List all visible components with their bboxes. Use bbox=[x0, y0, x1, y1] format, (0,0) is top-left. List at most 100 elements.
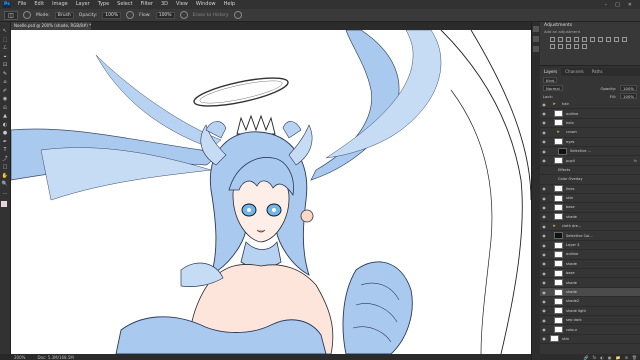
menu-edit[interactable]: Edit bbox=[30, 0, 48, 9]
menu-layer[interactable]: Layer bbox=[72, 0, 94, 9]
visibility-eye-icon[interactable]: ◉ bbox=[540, 252, 548, 257]
layer-row[interactable]: ◉ base bbox=[540, 203, 640, 213]
layer-name[interactable]: skin bbox=[562, 337, 569, 341]
visibility-eye-icon[interactable]: ◉ bbox=[540, 243, 548, 248]
layer-row[interactable]: ◉ skin bbox=[540, 335, 640, 345]
visibility-eye-icon[interactable]: ◉ bbox=[540, 290, 548, 295]
layer-style-icon[interactable]: fx bbox=[593, 355, 597, 360]
layer-opacity-field[interactable]: 100% bbox=[620, 85, 637, 91]
selective-color-icon[interactable] bbox=[582, 44, 587, 49]
move-tool-icon[interactable]: ↖ bbox=[1, 28, 9, 35]
menu-select[interactable]: Select bbox=[113, 0, 136, 9]
foreground-color-swatch[interactable] bbox=[0, 201, 7, 207]
menu-window[interactable]: Window bbox=[192, 0, 220, 9]
color-balance-icon[interactable] bbox=[598, 37, 603, 42]
visibility-eye-icon[interactable]: ◉ bbox=[540, 327, 548, 332]
history-brush-tool-icon[interactable]: ⎌ bbox=[1, 105, 9, 112]
layer-name[interactable]: shade bbox=[566, 262, 577, 266]
opacity-field[interactable]: 100% bbox=[102, 11, 122, 19]
posterize-icon[interactable] bbox=[558, 44, 563, 49]
curves-icon[interactable] bbox=[566, 37, 571, 42]
layer-row[interactable]: ◉ lines bbox=[540, 185, 640, 194]
visibility-eye-icon[interactable]: ◉ bbox=[540, 102, 548, 107]
photo-filter-icon[interactable] bbox=[614, 37, 619, 42]
layer-row[interactable]: ◉ shade light bbox=[540, 307, 640, 316]
close-button[interactable]: ✕ bbox=[628, 2, 632, 8]
new-group-icon[interactable]: 📁 bbox=[616, 355, 621, 360]
layer-row[interactable]: ◉ shade bbox=[540, 287, 640, 298]
layer-row[interactable]: ◉ outline bbox=[540, 250, 640, 260]
document-tab[interactable]: Noelle.psd @ 200% (shade, RGB/8#) * bbox=[11, 22, 91, 30]
vibrance-icon[interactable] bbox=[582, 37, 587, 42]
visibility-eye-icon[interactable]: ◉ bbox=[540, 308, 548, 313]
layer-row[interactable]: ◉ halo bbox=[540, 119, 640, 129]
visibility-eye-icon[interactable]: ◉ bbox=[540, 336, 548, 341]
layer-name[interactable]: shade bbox=[566, 281, 577, 285]
layer-row[interactable]: ◉ ▸ hair bbox=[540, 100, 640, 110]
visibility-eye-icon[interactable]: ◉ bbox=[540, 205, 548, 210]
layer-row[interactable]: ◉ shade2 bbox=[540, 297, 640, 307]
properties-panel-icon[interactable] bbox=[533, 46, 539, 52]
layer-name[interactable]: Effects bbox=[558, 168, 570, 172]
eraser-preset-icon[interactable]: ◫ bbox=[4, 10, 18, 20]
menu-view[interactable]: View bbox=[172, 0, 192, 9]
layer-name[interactable]: crown bbox=[566, 130, 577, 134]
zoom-level[interactable]: 200% bbox=[14, 355, 25, 360]
flow-field[interactable]: 100% bbox=[155, 11, 175, 19]
marquee-tool-icon[interactable]: ⬚ bbox=[1, 37, 9, 44]
menu-help[interactable]: Help bbox=[220, 0, 239, 9]
menu-filter[interactable]: Filter bbox=[137, 0, 157, 9]
layer-name[interactable]: shade2 bbox=[566, 299, 579, 303]
layer-row[interactable]: ◉ outline bbox=[540, 109, 640, 119]
pressure-size-icon[interactable] bbox=[233, 11, 242, 19]
quick-select-tool-icon[interactable]: ⌖ bbox=[1, 54, 9, 61]
healing-tool-icon[interactable]: ⌂ bbox=[1, 79, 9, 86]
threshold-icon[interactable] bbox=[566, 44, 571, 49]
layer-row[interactable]: ◉ base bbox=[540, 269, 640, 279]
layer-mask-icon[interactable]: ▣ bbox=[608, 355, 612, 360]
adjustment-layer-icon[interactable]: ◐ bbox=[600, 355, 604, 360]
brush-preset-icon[interactable] bbox=[23, 11, 31, 19]
layer-name[interactable]: lines bbox=[566, 187, 574, 191]
layer-name[interactable]: skin bbox=[566, 196, 573, 200]
channel-mixer-icon[interactable] bbox=[622, 37, 627, 42]
layer-row[interactable]: ◉ shade bbox=[540, 260, 640, 270]
history-panel-icon[interactable] bbox=[533, 26, 539, 32]
layer-row[interactable]: ◉ Selective Col... bbox=[540, 231, 640, 241]
shape-tool-icon[interactable]: □ bbox=[1, 164, 9, 171]
levels-icon[interactable] bbox=[558, 37, 563, 42]
menu-file[interactable]: File bbox=[14, 0, 30, 9]
layer-row[interactable]: ◉ ▸ crown bbox=[540, 128, 640, 138]
tab-paths[interactable]: Paths bbox=[588, 68, 607, 76]
brightness-icon[interactable] bbox=[550, 37, 555, 42]
layer-name[interactable]: base bbox=[566, 271, 575, 275]
mode-select[interactable]: Brush bbox=[54, 11, 74, 19]
canvas[interactable] bbox=[11, 30, 531, 354]
gradient-map-icon[interactable] bbox=[574, 44, 579, 49]
visibility-eye-icon[interactable]: ◉ bbox=[540, 130, 548, 135]
layer-row[interactable]: ◉ sep dark bbox=[540, 316, 640, 326]
eyedropper-tool-icon[interactable]: ✎ bbox=[1, 71, 9, 78]
layer-name[interactable]: base bbox=[566, 205, 575, 209]
layer-row[interactable]: ◉ Selective ... bbox=[540, 147, 640, 157]
zoom-tool-icon[interactable]: 🔍 bbox=[1, 181, 9, 188]
layer-name[interactable]: sep dark bbox=[566, 318, 582, 322]
dodge-tool-icon[interactable]: ● bbox=[1, 130, 9, 137]
maximize-button[interactable]: □ bbox=[615, 2, 620, 8]
layer-name[interactable]: outline bbox=[566, 252, 578, 256]
visibility-eye-icon[interactable]: ◉ bbox=[540, 280, 548, 285]
visibility-eye-icon[interactable]: ◉ bbox=[540, 214, 548, 219]
tab-layers[interactable]: Layers bbox=[540, 68, 562, 76]
visibility-eye-icon[interactable]: ◉ bbox=[540, 111, 548, 116]
layer-name[interactable]: Selective Col... bbox=[566, 234, 593, 238]
layer-filter-select[interactable]: Kind bbox=[543, 77, 558, 83]
layer-row[interactable]: ◉ colour bbox=[540, 325, 640, 335]
stamp-tool-icon[interactable]: ◉ bbox=[1, 96, 9, 103]
visibility-eye-icon[interactable]: ◉ bbox=[540, 318, 548, 323]
brush-panel-icon[interactable] bbox=[533, 36, 539, 42]
gradient-tool-icon[interactable]: ◐ bbox=[1, 122, 9, 129]
layer-name[interactable]: cloth dre... bbox=[562, 224, 581, 228]
layer-name[interactable]: colour bbox=[566, 328, 577, 332]
lasso-tool-icon[interactable]: ℒ bbox=[1, 45, 9, 52]
layer-row[interactable]: Color Overlay bbox=[540, 175, 640, 185]
